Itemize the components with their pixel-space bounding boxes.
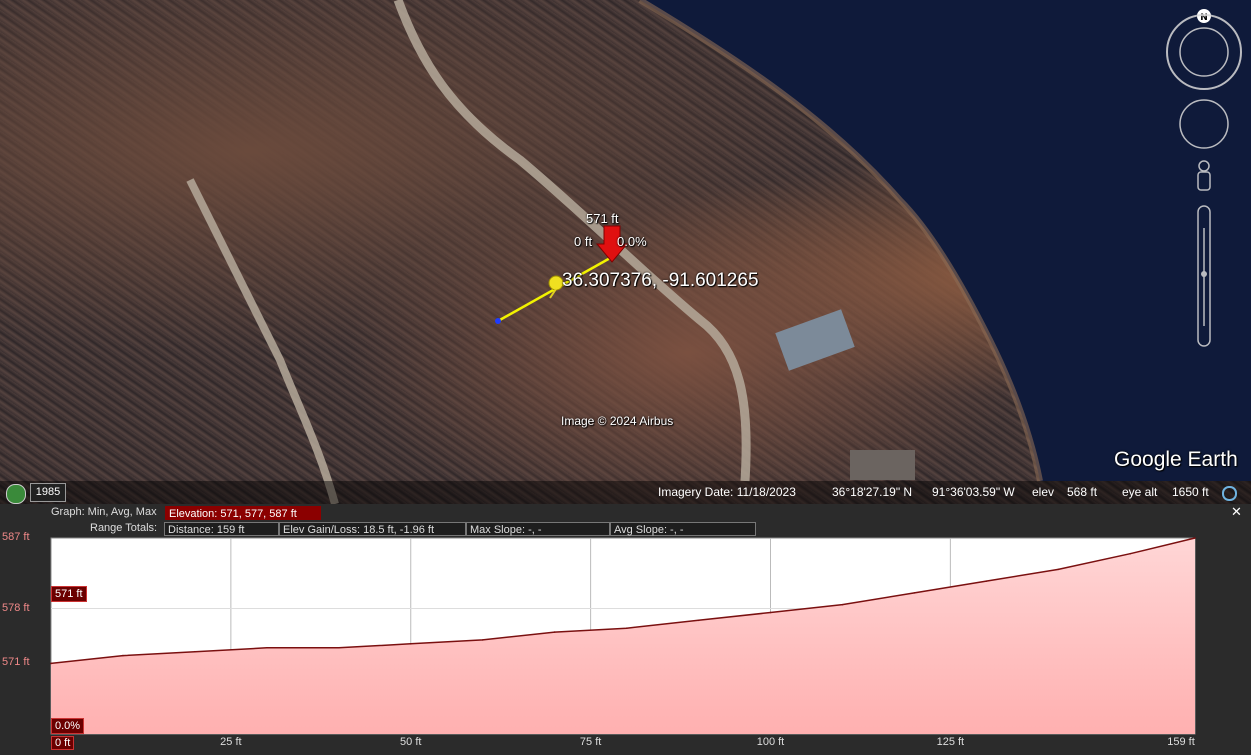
- longitude-readout: 91°36'03.59" W: [932, 485, 1015, 499]
- elevation-point: [553, 631, 556, 633]
- elevation-point: [985, 580, 988, 582]
- pushpin-icon: [548, 275, 564, 299]
- graph-label: Graph: Min, Avg, Max: [51, 506, 157, 518]
- y-tick-label: 571 ft: [2, 656, 30, 669]
- x-tick-label: 25 ft: [220, 736, 242, 748]
- streaming-indicator-icon: [1222, 486, 1237, 501]
- point-elevation: 571 ft: [586, 211, 619, 226]
- road-west: [186, 178, 339, 504]
- elevation-point: [481, 639, 484, 641]
- coordinates-label: 36.307376, -91.601265: [562, 270, 759, 291]
- navigation-controls[interactable]: N: [1160, 6, 1250, 356]
- point-distance: 0 ft: [574, 234, 593, 249]
- road-main: [393, 0, 751, 482]
- y-tick-label: 587 ft: [2, 531, 30, 543]
- elevation-point: [194, 650, 196, 653]
- max-slope: Max Slope: -, -: [466, 522, 610, 536]
- latitude-readout: 36°18'27.19" N: [832, 485, 913, 499]
- path-start-point: [495, 318, 501, 324]
- y-tick-label: 578 ft: [2, 601, 30, 614]
- cursor-elevation-tag: 571 ft: [51, 586, 87, 602]
- elevation-point: [1194, 537, 1196, 539]
- elevation-point: [122, 654, 124, 657]
- avg-slope: Avg Slope: -, -: [610, 522, 756, 536]
- x-tick-label: 75 ft: [579, 736, 602, 748]
- zoom-slider: [1197, 205, 1211, 347]
- historical-year-badge[interactable]: 1985: [30, 483, 66, 502]
- range-totals-label: Range Totals:: [90, 522, 158, 534]
- elevation-point: [50, 662, 52, 665]
- elevation-stats: Elevation: 571, 577, 587 ft: [165, 506, 321, 520]
- google-earth-logo: Google Earth: [1114, 448, 1238, 471]
- house-roof: [775, 309, 855, 371]
- cursor-slope-tag: 0.0%: [51, 718, 85, 734]
- elev-readout: 568 ft: [1067, 485, 1098, 499]
- elevation-point: [913, 592, 916, 594]
- imagery-date: Imagery Date: 11/18/2023: [658, 485, 796, 499]
- eye-alt-readout: 1650 ft: [1172, 485, 1209, 499]
- elevation-point: [841, 603, 844, 606]
- x-tick-label: 125 ft: [936, 736, 965, 748]
- map-view[interactable]: 571 ft 0 ft 0.0% 36.307376, -91.601265 I…: [0, 0, 1251, 504]
- look-joystick: [1166, 14, 1242, 90]
- elevation-point: [697, 619, 700, 622]
- elevation-point: [625, 627, 628, 629]
- elevation-point: [1129, 552, 1132, 555]
- elevation-point: [769, 611, 772, 614]
- elevation-point: [1057, 568, 1060, 571]
- imagery-attribution: Image © 2024 Airbus: [561, 414, 674, 428]
- distance-total: Distance: 159 ft: [164, 522, 279, 536]
- x-tick-label: 159 ft: [1167, 736, 1195, 748]
- street-view-pegman-icon: [1197, 160, 1211, 191]
- x-tick-label: 50 ft: [400, 736, 422, 748]
- point-slope: 0.0%: [617, 234, 647, 249]
- status-bar: [0, 481, 1251, 504]
- elevation-point: [266, 646, 268, 649]
- elev-gain-loss: Elev Gain/Loss: 18.5 ft, -1.96 ft: [279, 522, 466, 536]
- elev-label: elev: [1032, 485, 1055, 499]
- elevation-chart[interactable]: [0, 536, 1251, 736]
- map-features: [186, 0, 1251, 504]
- close-profile-button[interactable]: ✕: [1231, 505, 1242, 520]
- elevation-point: [409, 643, 412, 645]
- move-joystick: [1179, 99, 1229, 149]
- elevation-point: [337, 646, 340, 649]
- x-tick-label: 100 ft: [756, 736, 785, 748]
- house-roof-2: [850, 450, 915, 480]
- eye-alt-label: eye alt: [1122, 485, 1158, 499]
- historical-imagery-clock-icon[interactable]: [6, 484, 26, 504]
- x-tick-label: 0 ft: [51, 736, 75, 750]
